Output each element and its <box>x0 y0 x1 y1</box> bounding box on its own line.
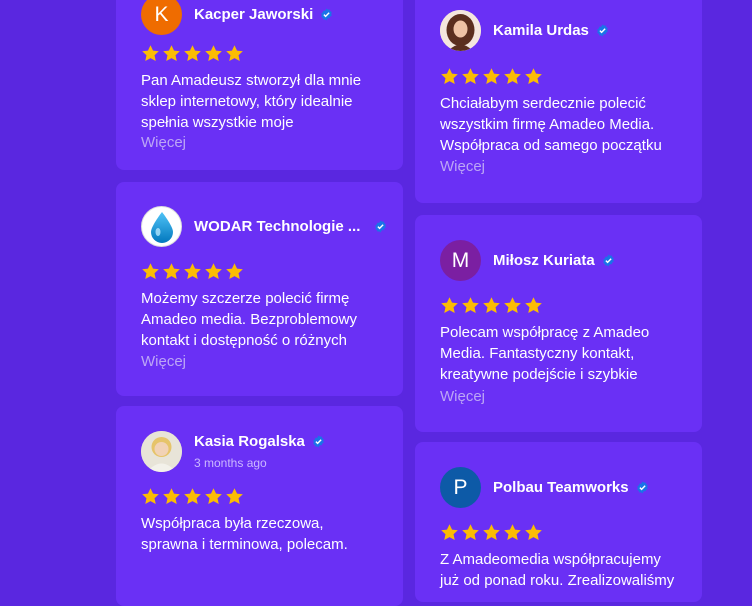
verified-icon <box>375 220 387 233</box>
review-text: Współpraca była rzeczowa, sprawna i term… <box>141 515 348 553</box>
star-icon <box>483 524 500 541</box>
star-icon <box>205 488 222 505</box>
review-text: Z Amadeomedia współpracujemy już od pona… <box>440 551 675 589</box>
avatar: M <box>440 240 481 281</box>
star-icon <box>504 524 521 541</box>
review-text: Chciałabym serdecznie polecić wszystkim … <box>440 95 662 154</box>
avatar: P <box>440 467 481 508</box>
review-card-milosz-kuriata: M Miłosz Kuriata Polecam współpracę z Am… <box>415 215 702 432</box>
star-icon <box>441 68 458 85</box>
reviewer-name[interactable]: Kamila Urdas <box>493 22 589 39</box>
review-text: Pan Amadeusz stworzył dla mnie sklep int… <box>141 72 362 131</box>
star-icon <box>462 297 479 314</box>
reviewer-name[interactable]: Kacper Jaworski <box>194 6 313 23</box>
review-date: 3 months ago <box>194 456 267 470</box>
star-rating <box>141 262 244 281</box>
verified-icon <box>597 24 608 37</box>
reviewer-name[interactable]: Kasia Rogalska <box>194 433 305 450</box>
star-icon <box>441 524 458 541</box>
star-rating <box>440 523 543 542</box>
reviewer-name[interactable]: WODAR Technologie ... <box>194 218 360 235</box>
star-icon <box>184 263 201 280</box>
star-icon <box>462 524 479 541</box>
star-icon <box>184 488 201 505</box>
star-icon <box>163 45 180 62</box>
star-icon <box>142 263 159 280</box>
review-card-kamila-urdas: Kamila Urdas Chciałabym serdecznie polec… <box>415 0 702 203</box>
star-rating <box>440 296 543 315</box>
read-more-link[interactable]: Więcej <box>440 158 485 175</box>
avatar <box>440 10 481 51</box>
review-text: Polecam współpracę z Amadeo Media. Fanta… <box>440 324 650 383</box>
star-icon <box>462 68 479 85</box>
star-icon <box>226 45 243 62</box>
water-drop-icon <box>150 211 173 243</box>
verified-icon <box>313 435 324 448</box>
star-icon <box>205 263 222 280</box>
read-more-link[interactable]: Więcej <box>440 388 485 405</box>
reviewer-name[interactable]: Polbau Teamworks <box>493 479 629 496</box>
star-icon <box>142 45 159 62</box>
star-icon <box>483 297 500 314</box>
star-icon <box>184 45 201 62</box>
star-icon <box>504 297 521 314</box>
read-more-link[interactable]: Więcej <box>141 353 186 370</box>
star-icon <box>483 68 500 85</box>
star-icon <box>226 488 243 505</box>
star-icon <box>525 524 542 541</box>
photo-avatar-icon <box>141 431 182 472</box>
photo-avatar-icon <box>440 10 481 51</box>
verified-icon <box>321 8 332 21</box>
review-card-kacper-jaworski: K Kacper Jaworski Pan Amadeusz stworzył … <box>116 0 403 170</box>
verified-icon <box>636 481 648 494</box>
star-rating <box>440 67 543 86</box>
reviewer-name[interactable]: Miłosz Kuriata <box>493 252 595 269</box>
star-icon <box>525 68 542 85</box>
review-card-kasia-rogalska: Kasia Rogalska 3 months ago Współpraca b… <box>116 406 403 606</box>
star-icon <box>226 263 243 280</box>
read-more-link[interactable]: Więcej <box>141 134 186 151</box>
star-icon <box>441 297 458 314</box>
avatar: K <box>141 0 182 35</box>
star-icon <box>504 68 521 85</box>
star-icon <box>163 488 180 505</box>
star-rating <box>141 44 244 63</box>
review-card-polbau-teamworks: P Polbau Teamworks Z Amadeomedia współpr… <box>415 442 702 602</box>
star-rating <box>141 487 244 506</box>
star-icon <box>163 263 180 280</box>
verified-icon <box>602 254 614 267</box>
review-card-wodar: WODAR Technologie ... Możemy szczerze po… <box>116 182 403 396</box>
review-text: Możemy szczerze polecić firmę Amadeo med… <box>141 290 357 349</box>
star-icon <box>142 488 159 505</box>
avatar <box>141 206 182 247</box>
star-icon <box>205 45 222 62</box>
star-icon <box>525 297 542 314</box>
avatar <box>141 431 182 472</box>
